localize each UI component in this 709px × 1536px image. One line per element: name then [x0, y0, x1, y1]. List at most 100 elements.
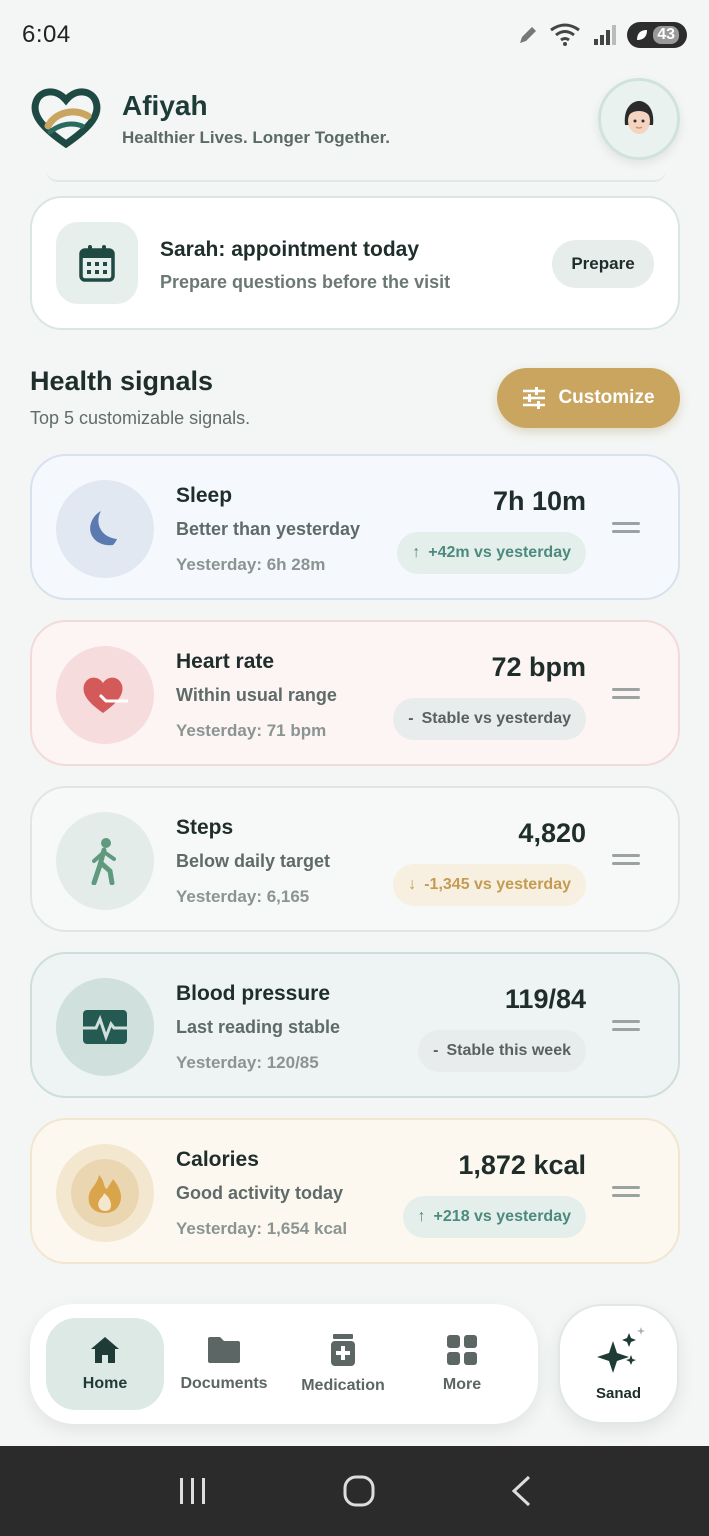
prepare-button[interactable]: Prepare — [552, 240, 654, 288]
bottom-navigation: Home Documents Medication More — [30, 1304, 538, 1424]
signal-yesterday: Yesterday: 1,654 kcal — [176, 1219, 348, 1238]
signal-card-heart-rate[interactable]: Heart rate Within usual range Yesterday:… — [30, 620, 680, 766]
home-button-icon[interactable] — [342, 1474, 376, 1508]
appointment-subtitle: Prepare questions before the visit — [160, 272, 451, 292]
monitor-pulse-icon — [83, 1010, 127, 1044]
wifi-icon — [550, 23, 581, 46]
signal-yesterday: Yesterday: 6h 28m — [176, 555, 326, 574]
drag-handle-icon[interactable] — [612, 688, 640, 702]
delta-text: +218 vs yesterday — [433, 1208, 571, 1225]
sliders-icon — [523, 387, 546, 409]
calories-icon-circle — [56, 1144, 154, 1242]
signal-value: 4,820 — [518, 818, 586, 848]
signal-card-steps[interactable]: Steps Below daily target Yesterday: 6,16… — [30, 786, 680, 932]
signal-yesterday: Yesterday: 120/85 — [176, 1053, 319, 1072]
signal-name: Sleep — [176, 484, 233, 507]
drag-handle-icon[interactable] — [612, 1186, 640, 1200]
health-signals-subtitle: Top 5 customizable signals. — [30, 408, 251, 428]
nav-documents[interactable]: Documents — [165, 1318, 283, 1410]
signal-icon — [594, 25, 617, 45]
signal-value: 7h 10m — [492, 486, 586, 516]
calendar-icon — [79, 245, 115, 282]
heart-icon — [83, 677, 128, 713]
signal-status: Last reading stable — [176, 1017, 341, 1037]
signal-name: Heart rate — [176, 650, 275, 673]
bp-icon-circle — [56, 978, 154, 1076]
drag-handle-icon[interactable] — [612, 1020, 640, 1034]
signal-name: Calories — [176, 1148, 259, 1171]
signal-delta-badge: - Stable this week — [418, 1030, 586, 1072]
avatar-face-icon — [624, 101, 654, 134]
back-icon[interactable] — [509, 1474, 533, 1508]
customize-label: Customize — [558, 387, 655, 408]
signal-yesterday: Yesterday: 71 bpm — [176, 721, 327, 740]
previous-card-edge — [46, 170, 666, 182]
battery-indicator: 43 — [627, 22, 687, 48]
app-name: Afiyah — [122, 90, 208, 121]
walking-icon — [91, 838, 116, 885]
sparkles-icon — [596, 1326, 645, 1373]
appointment-card[interactable]: Sarah: appointment today Prepare questio… — [30, 196, 680, 330]
sleep-icon-circle — [56, 480, 154, 578]
nav-documents-label: Documents — [180, 1375, 268, 1392]
signal-card-calories[interactable]: Calories Good activity today Yesterday: … — [30, 1118, 680, 1264]
signal-name: Blood pressure — [176, 982, 331, 1005]
nav-more[interactable]: More — [403, 1318, 521, 1410]
afiyah-logo-icon — [31, 88, 101, 148]
signal-yesterday: Yesterday: 6,165 — [176, 887, 310, 906]
health-signals-title: Health signals — [30, 366, 214, 396]
moon-icon — [90, 511, 117, 546]
signal-value: 1,872 kcal — [458, 1150, 586, 1180]
sanad-label: Sanad — [595, 1384, 641, 1402]
drag-handle-icon[interactable] — [612, 522, 640, 536]
home-icon — [91, 1337, 119, 1363]
delta-text: -1,345 vs yesterday — [424, 876, 571, 893]
drag-handle-icon[interactable] — [612, 854, 640, 868]
appointment-title: Sarah: appointment today — [160, 238, 420, 261]
delta-arrow: - — [408, 710, 414, 727]
nav-more-label: More — [442, 1376, 482, 1393]
status-icons: 43 — [517, 22, 687, 48]
delta-arrow: ↑ — [412, 544, 421, 561]
signal-delta-badge: ↓ -1,345 vs yesterday — [393, 864, 586, 906]
delta-arrow: - — [433, 1042, 439, 1059]
recent-apps-icon[interactable] — [177, 1476, 209, 1506]
system-navigation-bar — [0, 1446, 709, 1536]
status-time: 6:04 — [22, 21, 71, 48]
signal-value: 119/84 — [504, 984, 586, 1014]
leaf-icon — [637, 30, 648, 40]
signal-status: Within usual range — [176, 685, 337, 705]
signal-delta-badge: ↑ +218 vs yesterday — [402, 1196, 586, 1238]
signal-card-blood-pressure[interactable]: Blood pressure Last reading stable Yeste… — [30, 952, 680, 1098]
delta-text: +42m vs yesterday — [428, 544, 571, 561]
signal-delta-badge: ↑ +42m vs yesterday — [397, 532, 586, 574]
folder-icon — [208, 1337, 240, 1363]
nav-medication-label: Medication — [301, 1377, 385, 1394]
delta-arrow: ↑ — [417, 1208, 426, 1225]
signal-status: Better than yesterday — [176, 519, 361, 539]
customize-button[interactable]: Customize — [497, 368, 680, 428]
signal-name: Steps — [176, 816, 234, 839]
grid-icon — [447, 1335, 477, 1365]
calendar-icon-box — [56, 222, 138, 304]
signal-value: 72 bpm — [491, 652, 586, 682]
signal-status: Below daily target — [176, 851, 331, 871]
status-bar: 6:04 43 — [0, 0, 709, 70]
heart-icon-circle — [56, 646, 154, 744]
nav-home[interactable]: Home — [46, 1318, 164, 1410]
battery-level: 43 — [653, 26, 679, 44]
signal-status: Good activity today — [176, 1183, 344, 1203]
delta-text: Stable this week — [446, 1042, 572, 1059]
app-header: Afiyah Healthier Lives. Longer Together. — [30, 78, 680, 162]
pencil-icon — [520, 27, 537, 43]
profile-avatar[interactable] — [598, 78, 680, 160]
flame-icon — [71, 1159, 139, 1227]
delta-arrow: ↓ — [408, 876, 417, 893]
steps-icon-circle — [56, 812, 154, 910]
delta-text: Stable vs yesterday — [421, 710, 571, 727]
nav-medication[interactable]: Medication — [284, 1318, 402, 1410]
signal-card-sleep[interactable]: Sleep Better than yesterday Yesterday: 6… — [30, 454, 680, 600]
app-tagline: Healthier Lives. Longer Together. — [122, 128, 390, 147]
sanad-assistant-button[interactable]: Sanad — [558, 1304, 679, 1424]
medicine-bottle-icon — [331, 1334, 355, 1366]
